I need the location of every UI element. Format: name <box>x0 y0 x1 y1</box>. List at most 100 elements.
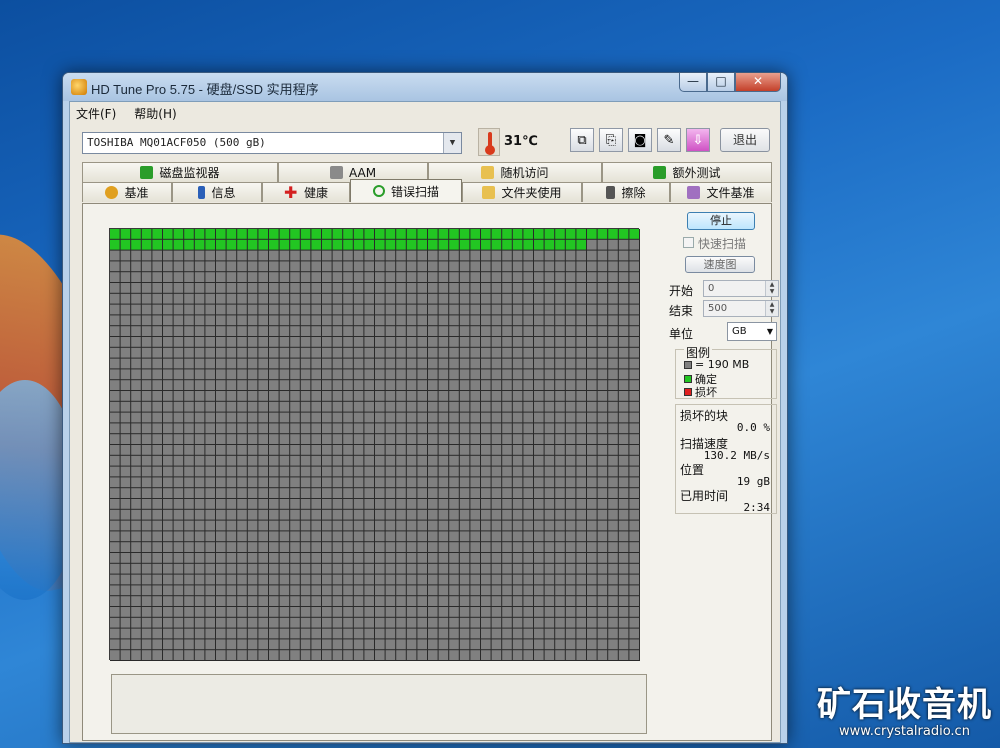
block-pending <box>618 607 629 617</box>
block-pending <box>279 477 290 488</box>
block-pending <box>512 250 523 261</box>
block-pending <box>544 423 555 434</box>
block-pending <box>258 272 268 282</box>
block-pending <box>555 445 565 455</box>
block-pending <box>491 380 502 390</box>
block-pending <box>226 628 237 639</box>
block-pending <box>332 445 343 455</box>
quick-scan-checkbox[interactable] <box>683 237 694 248</box>
tab-health[interactable]: ✚ 健康 <box>262 182 350 202</box>
block-pending <box>163 455 173 466</box>
block-pending <box>110 293 120 304</box>
block-pending <box>417 445 427 455</box>
block-pending <box>343 380 353 390</box>
block-pending <box>205 337 215 347</box>
stop-button[interactable]: 停止 <box>687 212 755 230</box>
block-ok <box>512 239 523 250</box>
block-pending <box>618 304 629 315</box>
options-icon[interactable]: ✎ <box>657 128 681 152</box>
block-pending <box>608 596 618 606</box>
block-pending <box>311 563 321 574</box>
copy-icon[interactable]: ⧉ <box>570 128 594 152</box>
block-pending <box>173 337 184 347</box>
drive-select[interactable]: TOSHIBA MQ01ACF050 (500 gB) ▼ <box>82 132 462 154</box>
block-pending <box>502 391 512 401</box>
block-pending <box>428 531 438 542</box>
copy-all-icon[interactable]: ⎘ <box>599 128 623 152</box>
block-pending <box>120 477 131 488</box>
block-pending <box>576 477 586 488</box>
block-pending <box>237 434 247 444</box>
block-pending <box>343 520 353 531</box>
block-pending <box>279 499 290 509</box>
screenshot-icon[interactable]: ◙ <box>628 128 652 152</box>
block-pending <box>205 520 215 531</box>
close-button[interactable]: ✕ <box>735 73 781 92</box>
block-pending <box>576 639 586 650</box>
block-pending <box>353 326 364 336</box>
block-pending <box>565 337 576 347</box>
block-pending <box>576 391 586 401</box>
end-field[interactable]: 500 ▲ ▼ <box>703 300 779 317</box>
block-pending <box>141 488 152 498</box>
start-spinner[interactable]: ▲ ▼ <box>765 281 778 296</box>
block-pending <box>110 304 120 315</box>
block-pending <box>470 531 480 542</box>
block-pending <box>194 272 205 282</box>
block-pending <box>375 304 385 315</box>
minimize-button[interactable]: — <box>679 73 707 92</box>
block-ok <box>470 229 480 239</box>
unit-select[interactable]: GB ▼ <box>727 322 777 341</box>
block-pending <box>290 347 300 358</box>
block-ok <box>141 229 152 239</box>
block-pending <box>343 304 353 315</box>
save-icon[interactable]: ⇩ <box>686 128 710 152</box>
block-pending <box>322 650 332 660</box>
block-pending <box>216 563 226 574</box>
tab-info[interactable]: 信息 <box>172 182 262 202</box>
block-pending <box>428 639 438 650</box>
random-access-icon <box>481 166 495 179</box>
block-pending <box>555 304 565 315</box>
block-pending <box>428 391 438 401</box>
block-pending <box>375 477 385 488</box>
toolbar-icons: ⧉ ⎘ ◙ ✎ ⇩ <box>570 128 710 152</box>
block-pending <box>194 477 205 488</box>
block-ok <box>131 229 141 239</box>
block-pending <box>576 488 586 498</box>
speed-map-button[interactable]: 速度图 <box>685 256 755 273</box>
block-pending <box>226 434 237 444</box>
block-pending <box>587 369 597 380</box>
tab-error-scan[interactable]: 错误扫描 <box>350 179 462 202</box>
exit-button[interactable]: 退出 <box>720 128 770 152</box>
tab-extra-tests[interactable]: 额外测试 <box>602 162 772 182</box>
chevron-down-icon[interactable]: ▼ <box>443 133 461 153</box>
title-bar[interactable]: HD Tune Pro 5.75 - 硬盘/SSD 实用程序 — □ ✕ <box>63 73 787 101</box>
block-pending <box>131 293 141 304</box>
tab-disk-monitor[interactable]: 磁盘监视器 <box>82 162 278 182</box>
tab-folder-usage[interactable]: 文件夹使用 <box>462 182 582 202</box>
menu-help[interactable]: 帮助(H) <box>134 105 176 122</box>
maximize-button[interactable]: □ <box>707 73 735 92</box>
block-pending <box>343 509 353 520</box>
block-pending <box>343 542 353 552</box>
block-pending <box>152 650 162 660</box>
tab-benchmark[interactable]: 基准 <box>82 182 172 202</box>
start-field[interactable]: 0 ▲ ▼ <box>703 280 779 297</box>
block-pending <box>396 607 406 617</box>
tab-file-benchmark[interactable]: 文件基准 <box>670 182 772 202</box>
end-spinner[interactable]: ▲ ▼ <box>765 301 778 316</box>
block-pending <box>502 304 512 315</box>
block-ok <box>332 239 343 250</box>
block-pending <box>258 401 268 412</box>
block-pending <box>470 261 480 272</box>
block-pending <box>438 250 449 261</box>
block-pending <box>311 499 321 509</box>
menu-file[interactable]: 文件(F) <box>76 105 116 122</box>
block-pending <box>163 563 173 574</box>
block-pending <box>491 337 502 347</box>
tab-erase[interactable]: 擦除 <box>582 182 670 202</box>
block-pending <box>491 574 502 585</box>
block-pending <box>279 283 290 293</box>
block-pending <box>417 315 427 326</box>
